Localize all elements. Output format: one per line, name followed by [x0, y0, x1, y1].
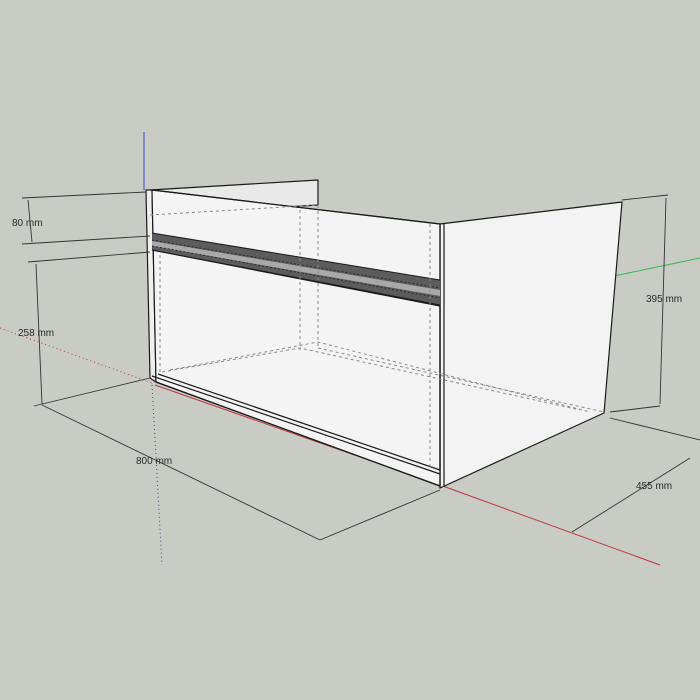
cabinet [145, 179, 623, 489]
cabinet-drawing [0, 132, 700, 566]
axis-blue-dotted [151, 384, 163, 566]
model-viewport[interactable]: 80 mm 258 mm 800 mm 395 mm 455 mm [0, 0, 700, 700]
dimension-label-395: 395 mm [646, 294, 683, 305]
right-side-panel [439, 201, 623, 489]
dimension-label-258: 258 mm [18, 328, 55, 339]
dimension-label-455: 455 mm [636, 481, 673, 492]
dimension-label-80: 80 mm [12, 218, 43, 229]
axis-green [613, 257, 700, 277]
front-face [151, 189, 441, 487]
dimension-label-800: 800 mm [136, 456, 173, 467]
